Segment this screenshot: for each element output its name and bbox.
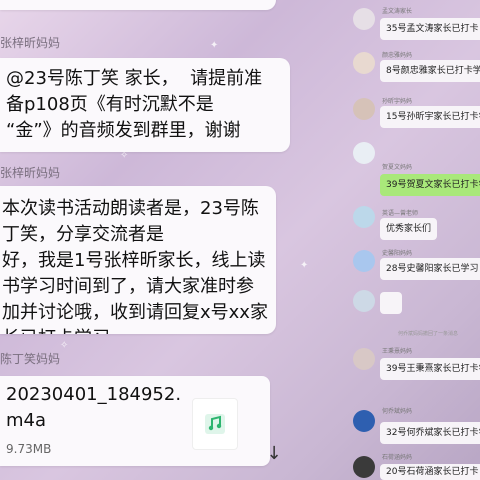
chat-sender-name: 颜忠雅妈妈 [382,52,413,59]
chat-sender-name: 何乔斌妈妈 [382,408,413,415]
chat-sender-name: 史馨阳妈妈 [382,250,413,257]
chat-pane-right: 孟文涛家长 35号孟文涛家长已打卡 颜忠雅妈妈 8号颜忠雅家长已打卡学 孙昕宇妈… [318,0,480,480]
chat-pane-left: 张梓昕妈妈 @23号陈丁笑 家长， 请提前准 备p108页《有时沉默不是 “金”… [0,0,318,480]
file-name: 20230401_184952. m4a [6,384,182,431]
sender-name: 张梓昕妈妈 [0,36,61,50]
message-bubble[interactable]: @23号陈丁笑 家长， 请提前准 备p108页《有时沉默不是 “金”》的音频发到… [0,58,290,152]
avatar[interactable] [353,52,375,74]
chat-message[interactable]: 39号贺夏文家长已打卡学 [380,174,480,196]
system-note: 何乔斌妈妈撤回了一条消息 [398,331,459,337]
chat-message[interactable]: 20号石荷涵家长已打卡 [380,464,480,480]
chat-sender-name: 孟文涛家长 [382,8,413,15]
message-text: @23号陈丁笑 家长， 请提前准 备p108页《有时沉默不是 “金”》的音频发到… [6,68,263,141]
chat-sender-name: 王秉熹妈妈 [382,348,413,355]
file-size: 9.73MB [6,442,52,456]
avatar[interactable] [353,250,375,272]
chat-message[interactable]: 39号王秉熹家长已打卡学 [380,358,480,380]
sender-name: 陈丁笑妈妈 [0,352,61,366]
avatar[interactable] [353,456,375,478]
message-bubble[interactable]: 本次读书活动朗读者是，23号陈 丁笑，分享交流者是 好，我是1号张梓昕家长，线上… [0,186,276,334]
chat-message[interactable]: 35号孟文涛家长已打卡 [380,18,480,40]
chat-sender-name: 英语—曾老师 [382,210,419,217]
avatar[interactable] [353,142,375,164]
chat-message[interactable]: 28号史馨阳家长已学习 [380,258,480,280]
chat-message[interactable]: 32号何乔斌家长已打卡学 [380,422,480,444]
arrow-down-icon[interactable]: ↓ [262,442,286,466]
chat-message[interactable]: 优秀家长们 [380,218,438,240]
chat-message[interactable]: 8号颜忠雅家长已打卡学 [380,60,480,82]
avatar[interactable] [353,98,375,120]
sender-name: 张梓昕妈妈 [0,166,61,180]
message-text: 本次读书活动朗读者是，23号陈 丁笑，分享交流者是 好，我是1号张梓昕家长，线上… [2,198,268,334]
chat-sender-name: 贺夏文妈妈 [382,164,413,171]
file-message-bubble[interactable]: 20230401_184952. m4a 9.73MB [0,376,270,466]
avatar[interactable] [353,410,375,432]
chat-message[interactable]: 15号孙昕宇家长已打卡学 [380,106,480,128]
chat-sender-name: 石荷涵妈妈 [382,454,413,461]
avatar[interactable] [353,206,375,228]
audio-file-icon [192,398,238,450]
chat-message[interactable] [380,292,402,314]
message-bubble[interactable] [0,0,276,10]
avatar[interactable] [353,290,375,312]
chat-sender-name: 孙昕宇妈妈 [382,98,413,105]
avatar[interactable] [353,348,375,370]
avatar[interactable] [353,8,375,30]
